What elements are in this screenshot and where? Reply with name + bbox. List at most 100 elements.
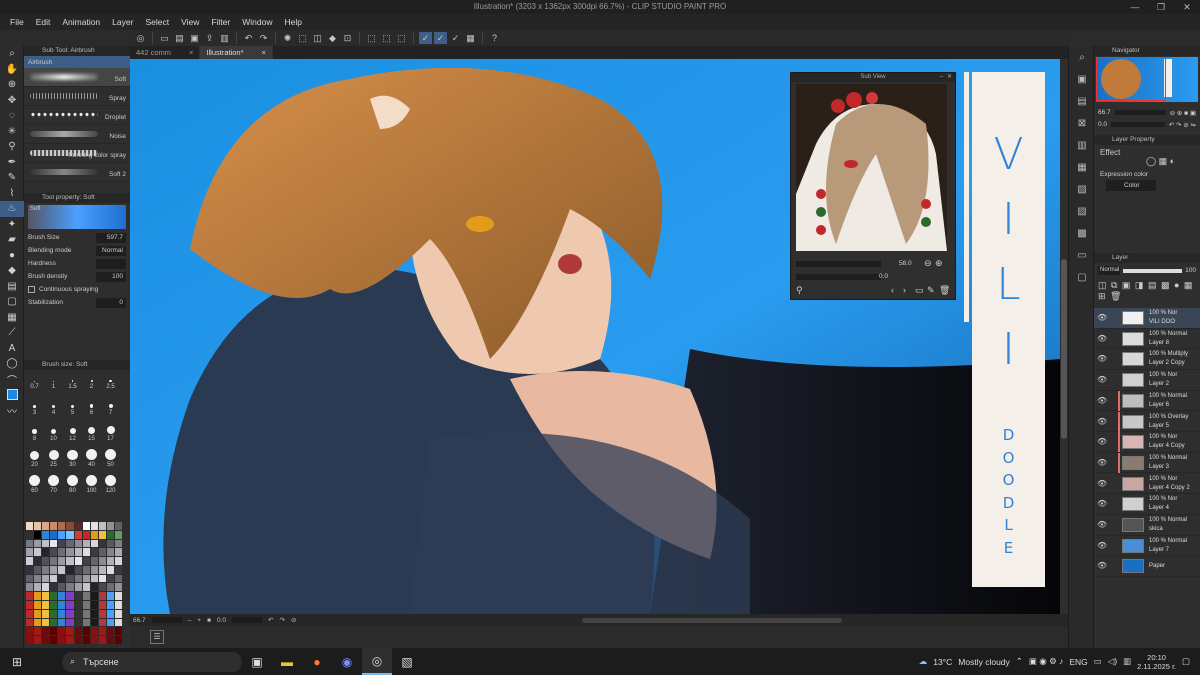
brush-size-preset[interactable]: 1 (45, 370, 62, 390)
eraser-icon[interactable]: ▰ (0, 232, 24, 248)
eye-icon[interactable]: 👁 (1097, 313, 1107, 322)
color-swatch[interactable] (98, 618, 106, 627)
color-swatch[interactable] (34, 548, 42, 557)
color-swatch[interactable] (82, 609, 90, 618)
hand-icon[interactable]: ✋ (0, 62, 24, 78)
selection-border-icon[interactable]: ⬚ (395, 32, 408, 44)
layer-row[interactable]: 👁 100 % Overlay Layer 5 (1094, 411, 1200, 432)
color-set-palette[interactable] (26, 522, 122, 644)
decoration-icon[interactable]: ✦ (0, 217, 24, 233)
material-icon[interactable]: ▣ (1069, 68, 1095, 90)
eyedropper-sel-icon[interactable]: ⊕ (0, 77, 24, 93)
eye-icon[interactable]: 👁 (1097, 354, 1107, 363)
eye-icon[interactable]: 👁 (1097, 561, 1107, 570)
color-swatch[interactable] (58, 636, 66, 644)
tab-close-icon[interactable]: × (262, 48, 266, 57)
color-swatch[interactable] (114, 574, 122, 583)
color-swatch[interactable] (42, 636, 50, 644)
color-swatch[interactable] (98, 583, 106, 592)
rotate-slider[interactable] (232, 617, 263, 623)
brush-soft[interactable]: Soft (24, 68, 130, 87)
color-swatch[interactable] (50, 574, 58, 583)
color-swatch[interactable] (114, 592, 122, 601)
color-swatch[interactable] (58, 565, 66, 574)
color-swatch[interactable] (26, 627, 34, 636)
fit-icon[interactable]: ■ (207, 617, 211, 624)
layer-row[interactable]: 👁 100 % Normal Layer 3 (1094, 452, 1200, 474)
brush-size-preset[interactable]: 20 (26, 448, 43, 468)
fill-icon[interactable]: ◆ (326, 32, 339, 44)
color-swatch[interactable] (50, 627, 58, 636)
color-swatch[interactable] (26, 609, 34, 618)
color-swatch[interactable] (114, 557, 122, 565)
blending-mode-value[interactable]: Normal (96, 245, 126, 256)
color-swatch[interactable] (114, 627, 122, 636)
close-panel-icon[interactable]: ⊠ (1069, 112, 1095, 134)
network-icon[interactable]: ▭ (1094, 656, 1102, 667)
layer-row[interactable]: 👁 100 % Nor VILI DOO (1094, 308, 1200, 329)
color-swatch[interactable] (90, 530, 98, 539)
color-swatch[interactable] (90, 609, 98, 618)
color-swatch[interactable] (106, 592, 114, 601)
brush-size-preset[interactable]: 30 (64, 448, 81, 468)
zoom-out-icon[interactable]: ⊖ (924, 258, 932, 269)
tab-close-icon[interactable]: × (189, 48, 193, 57)
minimize-icon[interactable]: — (1122, 0, 1148, 14)
color-swatch[interactable] (106, 601, 114, 609)
color-swatch[interactable] (66, 609, 74, 618)
color-swatch[interactable] (58, 583, 66, 592)
color-swatch[interactable] (34, 618, 42, 627)
color-swatch[interactable] (42, 539, 50, 548)
pencil-icon[interactable]: ✎ (0, 170, 24, 186)
auto-action-icon[interactable]: ▦ (1069, 156, 1095, 178)
color-swatch[interactable] (34, 557, 42, 565)
color-swatch[interactable] (74, 548, 82, 557)
brush-droplet[interactable]: Droplet (24, 106, 130, 125)
color-swatch[interactable] (50, 592, 58, 601)
brush-running-color-spray[interactable]: Running color spray (24, 144, 130, 163)
color-swatch[interactable] (34, 522, 42, 530)
brush-size-preset[interactable]: 4 (45, 396, 62, 416)
color-swatch[interactable] (90, 583, 98, 592)
navigator-preview[interactable] (1096, 57, 1198, 102)
color-swatch[interactable] (58, 574, 66, 583)
timeline-icon[interactable]: ☰ (150, 630, 164, 644)
brush-size-preset[interactable]: 12 (64, 422, 81, 442)
transform-icon[interactable]: ◫ (311, 32, 324, 44)
color-swatch[interactable] (82, 592, 90, 601)
color-swatch[interactable] (50, 618, 58, 627)
color-swatch[interactable] (42, 583, 50, 592)
color-swatch[interactable] (26, 574, 34, 583)
color-swatch[interactable] (26, 583, 34, 592)
color-swatch[interactable] (66, 592, 74, 601)
color-swatch[interactable] (82, 557, 90, 565)
color-swatch[interactable] (50, 609, 58, 618)
color-swatch[interactable] (106, 636, 114, 644)
color-swatch[interactable] (90, 574, 98, 583)
brush-size-value[interactable]: 597.7 (96, 232, 126, 243)
rotate-right-icon[interactable]: ↷ (280, 616, 285, 624)
layer-row[interactable]: 👁 100 % Normal Layer 8 (1094, 329, 1200, 350)
pen-icon[interactable]: ✒ (0, 155, 24, 171)
menu-filter[interactable]: Filter (205, 17, 236, 27)
import-icon[interactable]: ▭ (915, 285, 924, 296)
color-swatch[interactable] (58, 609, 66, 618)
color-swatch[interactable] (42, 565, 50, 574)
color-swatch[interactable] (74, 574, 82, 583)
color-swatch[interactable] (34, 601, 42, 609)
save-icon[interactable]: ▣ (188, 32, 201, 44)
color-swatch[interactable] (106, 530, 114, 539)
brush-size-preset[interactable]: 10 (45, 422, 62, 442)
layer-row[interactable]: 👁 100 % Normal Layer 6 (1094, 390, 1200, 412)
menu-select[interactable]: Select (139, 17, 175, 27)
color-swatch[interactable] (82, 618, 90, 627)
color-swatch[interactable] (66, 557, 74, 565)
snap-perspective-icon[interactable]: ✓ (449, 32, 462, 44)
color-swatch[interactable] (82, 583, 90, 592)
snap-special-icon[interactable]: ▦ (464, 32, 477, 44)
color-swatch[interactable] (82, 522, 90, 530)
lasso-icon[interactable]: ◌ (0, 108, 24, 124)
color-swatch[interactable] (98, 522, 106, 530)
status-angle-value[interactable]: 0.0 (217, 617, 226, 624)
firefox-icon[interactable]: ● (302, 648, 332, 675)
